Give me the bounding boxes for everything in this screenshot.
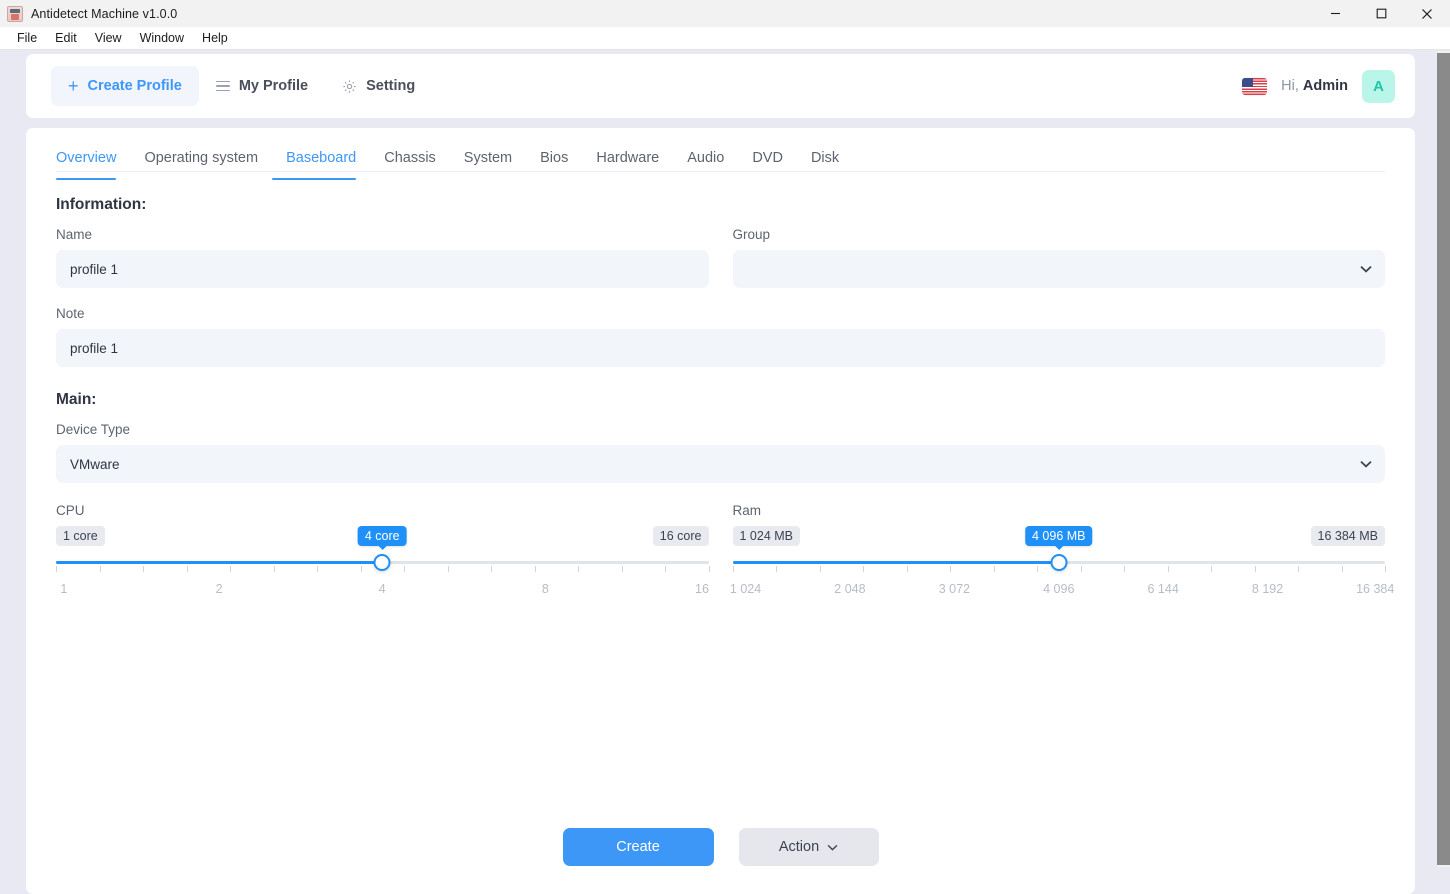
device-type-select[interactable]: VMware bbox=[56, 445, 1385, 483]
main-section-title: Main: bbox=[56, 391, 97, 408]
menu-item-edit[interactable]: Edit bbox=[46, 28, 86, 48]
maximize-button[interactable] bbox=[1358, 0, 1404, 27]
tab-chassis[interactable]: Chassis bbox=[370, 150, 450, 179]
profile-form-card: Overview Operating system Baseboard Chas… bbox=[26, 128, 1415, 894]
my-profile-label: My Profile bbox=[238, 78, 309, 94]
action-button[interactable]: Action bbox=[738, 828, 879, 866]
create-profile-button[interactable]: + Create Profile bbox=[51, 66, 199, 106]
name-label: Name bbox=[56, 227, 93, 242]
ram-scale-labels: 1 024 2 048 3 072 4 096 6 144 8 192 16 384 bbox=[729, 582, 1394, 598]
menu-item-view[interactable]: View bbox=[86, 28, 131, 48]
menu-item-window[interactable]: Window bbox=[131, 28, 193, 48]
tab-operating-system[interactable]: Operating system bbox=[130, 150, 272, 179]
information-row: Name Group bbox=[56, 227, 1385, 288]
tab-audio[interactable]: Audio bbox=[673, 150, 738, 179]
ram-max-badge: 16 384 MB bbox=[1310, 526, 1385, 546]
header-right-group: Hi, Admin A bbox=[1242, 69, 1399, 103]
ram-badges: 1 024 MB 4 096 MB 16 384 MB bbox=[732, 526, 1385, 548]
tab-bios[interactable]: Bios bbox=[526, 150, 582, 179]
setting-label: Setting bbox=[366, 78, 416, 94]
group-field-group: Group bbox=[732, 227, 1385, 288]
scale-tick-label: 1 bbox=[60, 582, 68, 596]
name-input[interactable] bbox=[56, 250, 709, 288]
scale-tick-label: 2 bbox=[215, 582, 223, 596]
chevron-down-icon bbox=[827, 839, 838, 855]
cpu-slider-track-area[interactable] bbox=[56, 554, 710, 576]
setting-button[interactable]: Setting bbox=[325, 66, 432, 106]
tab-bar: Overview Operating system Baseboard Chas… bbox=[56, 128, 1385, 180]
page-body: + Create Profile My Profile Setting Hi, … bbox=[0, 51, 1450, 894]
scrollbar-thumb[interactable] bbox=[1437, 53, 1450, 865]
cpu-slider-handle[interactable] bbox=[373, 554, 391, 571]
tab-baseboard[interactable]: Baseboard bbox=[272, 150, 370, 180]
create-button[interactable]: Create bbox=[562, 828, 714, 866]
window-controls bbox=[1312, 0, 1450, 27]
scale-tick-label: 1 024 bbox=[729, 582, 762, 596]
list-icon bbox=[215, 80, 230, 92]
gear-icon bbox=[342, 79, 357, 94]
scale-tick-label: 8 bbox=[541, 582, 549, 596]
note-field-group: Note bbox=[56, 306, 1385, 367]
minimize-button[interactable] bbox=[1312, 0, 1358, 27]
scale-tick-label: 3 072 bbox=[938, 582, 970, 596]
form-area: Information: Name Group bbox=[26, 196, 1415, 598]
ram-track-fill bbox=[732, 561, 1059, 564]
avatar[interactable]: A bbox=[1362, 69, 1395, 103]
cpu-scale-labels: 1 2 4 8 16 bbox=[56, 582, 709, 598]
note-input[interactable] bbox=[56, 329, 1385, 367]
app-toolbar: + Create Profile My Profile Setting Hi, … bbox=[26, 54, 1415, 118]
cpu-current-badge: 4 core bbox=[357, 526, 407, 546]
cpu-track-fill bbox=[56, 561, 383, 564]
title-bar: Antidetect Machine v1.0.0 bbox=[0, 0, 1450, 27]
action-label: Action bbox=[778, 839, 820, 855]
menu-item-help[interactable]: Help bbox=[193, 28, 237, 48]
group-select[interactable] bbox=[732, 250, 1385, 288]
tab-dvd[interactable]: DVD bbox=[738, 150, 797, 179]
greeting-prefix: Hi, bbox=[1281, 78, 1303, 94]
cpu-label: CPU bbox=[56, 503, 85, 518]
scale-tick-label: 4 096 bbox=[1043, 582, 1075, 596]
my-profile-button[interactable]: My Profile bbox=[199, 66, 325, 106]
ram-slider-track-area[interactable] bbox=[732, 554, 1386, 576]
form-footer: Create Action bbox=[26, 828, 1415, 866]
menu-bar: File Edit View Window Help bbox=[0, 27, 1450, 50]
sliders-row: CPU 1 core 4 core 16 core 1 2 4 8 16 Ram… bbox=[56, 503, 1394, 598]
cpu-max-badge: 16 core bbox=[652, 526, 709, 546]
ram-slider-group: Ram 1 024 MB 4 096 MB 16 384 MB 1 024 2 0… bbox=[729, 503, 1394, 598]
tab-hardware[interactable]: Hardware bbox=[582, 150, 673, 179]
tab-overview[interactable]: Overview bbox=[56, 150, 130, 180]
us-flag-icon[interactable] bbox=[1242, 77, 1268, 95]
information-section-title: Information: bbox=[56, 196, 147, 213]
note-label: Note bbox=[56, 306, 85, 321]
group-label: Group bbox=[732, 227, 771, 242]
device-type-field-group: Device Type VMware bbox=[56, 422, 1385, 483]
device-type-label: Device Type bbox=[56, 422, 131, 437]
scale-tick-label: 8 192 bbox=[1251, 582, 1284, 596]
tab-disk[interactable]: Disk bbox=[797, 150, 853, 179]
cpu-slider-group: CPU 1 core 4 core 16 core 1 2 4 8 16 bbox=[56, 503, 710, 598]
name-field-group: Name bbox=[56, 227, 709, 288]
create-profile-label: Create Profile bbox=[87, 78, 182, 94]
tab-system[interactable]: System bbox=[450, 150, 526, 179]
menu-item-file[interactable]: File bbox=[8, 28, 46, 48]
vertical-scrollbar[interactable] bbox=[1437, 51, 1450, 867]
plus-icon: + bbox=[68, 76, 79, 96]
ram-slider-handle[interactable] bbox=[1050, 554, 1068, 571]
ram-current-badge: 4 096 MB bbox=[1024, 526, 1093, 546]
scale-tick-label: 4 bbox=[378, 582, 386, 596]
user-name: Admin bbox=[1302, 78, 1348, 94]
scale-tick-label: 16 bbox=[695, 582, 709, 596]
greeting: Hi, Admin bbox=[1281, 78, 1348, 94]
cpu-badges: 1 core 4 core 16 core bbox=[56, 526, 709, 548]
cpu-min-badge: 1 core bbox=[56, 526, 105, 546]
scale-tick-label: 2 048 bbox=[834, 582, 866, 596]
scale-tick-label: 16 384 bbox=[1356, 582, 1395, 596]
window-title: Antidetect Machine v1.0.0 bbox=[31, 6, 178, 21]
ram-label: Ram bbox=[732, 503, 762, 518]
close-button[interactable] bbox=[1404, 0, 1450, 27]
app-icon bbox=[7, 5, 23, 22]
ram-min-badge: 1 024 MB bbox=[732, 526, 801, 546]
scale-tick-label: 6 144 bbox=[1147, 582, 1179, 596]
